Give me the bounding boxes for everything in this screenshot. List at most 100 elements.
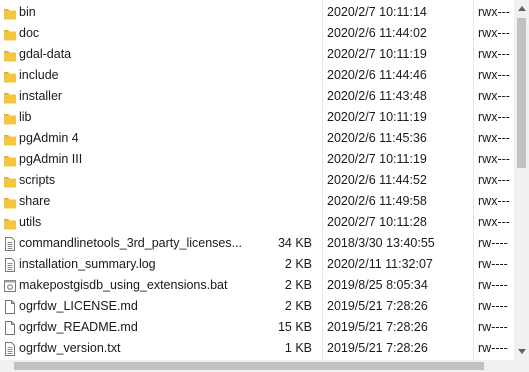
folder-icon — [3, 131, 17, 147]
file-row[interactable]: share 2020/2/6 11:49:58 rwx--- — [0, 192, 514, 213]
file-row[interactable]: ogrfdw_version.txt 1 KB 2019/5/21 7:28:26 r… — [0, 339, 514, 360]
file-size: 2 KB — [284, 278, 312, 292]
file-name: pgAdmin 4 — [19, 131, 79, 145]
folder-icon — [3, 26, 17, 42]
text-file-icon — [3, 236, 17, 252]
file-permissions: rw---- — [478, 299, 508, 313]
file-permissions: rwx--- — [478, 152, 510, 166]
file-modified-date: 2020/2/7 10:11:19 — [327, 110, 427, 124]
text-file-icon — [3, 341, 17, 357]
file-name: gdal-data — [19, 47, 72, 61]
file-row[interactable]: gdal-data 2020/2/7 10:11:19 rwx--- — [0, 45, 514, 66]
file-size: 34 KB — [277, 236, 312, 250]
file-name: doc — [19, 26, 40, 40]
file-size: 15 KB — [277, 320, 312, 334]
file-list: bin 2020/2/7 10:11:14 rwx--- doc 2020/2/6 11… — [0, 0, 514, 360]
file-row[interactable]: pgAdmin III 2020/2/7 10:11:19 rwx--- — [0, 150, 514, 171]
scrollbar-corner — [514, 360, 529, 372]
file-name: installer — [19, 89, 63, 103]
file-row[interactable]: lib 2020/2/7 10:11:19 rwx--- — [0, 108, 514, 129]
folder-icon — [3, 68, 17, 84]
file-permissions: rw---- — [478, 236, 508, 250]
file-size: 2 KB — [284, 257, 312, 271]
file-icon — [3, 320, 17, 336]
file-permissions: rw---- — [478, 341, 508, 355]
scroll-up-icon[interactable] — [518, 6, 526, 11]
file-permissions: rwx--- — [478, 194, 510, 208]
folder-icon — [3, 5, 17, 21]
file-name: lib — [19, 110, 32, 124]
file-name: utils — [19, 215, 42, 229]
file-size: 1 KB — [284, 341, 312, 355]
file-row[interactable]: doc 2020/2/6 11:44:02 rwx--- — [0, 24, 514, 45]
batch-file-icon — [3, 278, 17, 294]
file-modified-date: 2020/2/7 10:11:14 — [327, 5, 427, 19]
text-file-icon — [3, 257, 17, 273]
file-permissions: rwx--- — [478, 89, 510, 103]
file-permissions: rwx--- — [478, 47, 510, 61]
file-row[interactable]: installation_summary.log 2 KB 2020/2/11 11… — [0, 255, 514, 276]
file-name: pgAdmin III — [19, 152, 83, 166]
vertical-scrollbar[interactable] — [514, 0, 529, 360]
file-row[interactable]: ogrfdw_LICENSE.md 2 KB 2019/5/21 7:28:26 rw… — [0, 297, 514, 318]
file-name: scripts — [19, 173, 56, 187]
file-modified-date: 2020/2/7 10:11:28 — [327, 215, 427, 229]
folder-icon — [3, 152, 17, 168]
column-separator — [322, 0, 323, 360]
folder-icon — [3, 89, 17, 105]
file-size: 2 KB — [284, 299, 312, 313]
folder-icon — [3, 110, 17, 126]
scroll-down-icon[interactable] — [518, 349, 526, 354]
file-permissions: rw---- — [478, 320, 508, 334]
vertical-scroll-thumb[interactable] — [517, 18, 526, 168]
file-name: ogrfdw_README.md — [19, 320, 138, 334]
file-row[interactable]: bin 2020/2/7 10:11:14 rwx--- — [0, 3, 514, 24]
file-row[interactable]: commandlinetools_3rd_party_licenses... 34… — [0, 234, 514, 255]
file-permissions: rwx--- — [478, 26, 510, 40]
file-modified-date: 2020/2/7 10:11:19 — [327, 152, 427, 166]
file-modified-date: 2019/8/25 8:05:34 — [327, 278, 428, 292]
file-permissions: rw---- — [478, 278, 508, 292]
file-modified-date: 2020/2/11 11:32:07 — [327, 257, 433, 271]
file-permissions: rw---- — [478, 257, 508, 271]
file-permissions: rwx--- — [478, 215, 510, 229]
file-permissions: rwx--- — [478, 68, 510, 82]
folder-icon — [3, 194, 17, 210]
file-permissions: rwx--- — [478, 110, 510, 124]
folder-icon — [3, 173, 17, 189]
folder-icon — [3, 215, 17, 231]
file-modified-date: 2019/5/21 7:28:26 — [327, 341, 428, 355]
file-modified-date: 2020/2/6 11:44:02 — [327, 26, 427, 40]
file-modified-date: 2020/2/6 11:45:36 — [327, 131, 427, 145]
file-row[interactable]: utils 2020/2/7 10:11:28 rwx--- — [0, 213, 514, 234]
folder-icon — [3, 47, 17, 63]
file-modified-date: 2020/2/6 11:49:58 — [327, 194, 427, 208]
file-row[interactable]: ogrfdw_README.md 15 KB 2019/5/21 7:28:26 rw… — [0, 318, 514, 339]
file-row[interactable]: installer 2020/2/6 11:43:48 rwx--- — [0, 87, 514, 108]
horizontal-scrollbar[interactable] — [0, 360, 514, 372]
file-modified-date: 2019/5/21 7:28:26 — [327, 299, 428, 313]
file-modified-date: 2020/2/6 11:44:52 — [327, 173, 427, 187]
file-row[interactable]: pgAdmin 4 2020/2/6 11:45:36 rwx--- — [0, 129, 514, 150]
column-separator — [473, 0, 474, 360]
file-name: include — [19, 68, 59, 82]
file-name: makepostgisdb_using_extensions.bat — [19, 278, 228, 292]
file-modified-date: 2019/5/21 7:28:26 — [327, 320, 428, 334]
file-name: commandlinetools_3rd_party_licenses... — [19, 236, 243, 250]
file-name: installation_summary.log — [19, 257, 156, 271]
file-row[interactable]: makepostgisdb_using_extensions.bat 2 KB 20… — [0, 276, 514, 297]
file-modified-date: 2020/2/6 11:43:48 — [327, 89, 427, 103]
file-row[interactable]: include 2020/2/6 11:44:46 rwx--- — [0, 66, 514, 87]
file-name: share — [19, 194, 51, 208]
horizontal-scroll-thumb[interactable] — [14, 362, 484, 370]
file-modified-date: 2018/3/30 13:40:55 — [327, 236, 435, 250]
file-permissions: rwx--- — [478, 173, 510, 187]
file-name: ogrfdw_LICENSE.md — [19, 299, 138, 313]
file-modified-date: 2020/2/6 11:44:46 — [327, 68, 427, 82]
file-icon — [3, 299, 17, 315]
file-modified-date: 2020/2/7 10:11:19 — [327, 47, 427, 61]
file-permissions: rwx--- — [478, 5, 510, 19]
file-row[interactable]: scripts 2020/2/6 11:44:52 rwx--- — [0, 171, 514, 192]
file-name: bin — [19, 5, 36, 19]
file-name: ogrfdw_version.txt — [19, 341, 121, 355]
